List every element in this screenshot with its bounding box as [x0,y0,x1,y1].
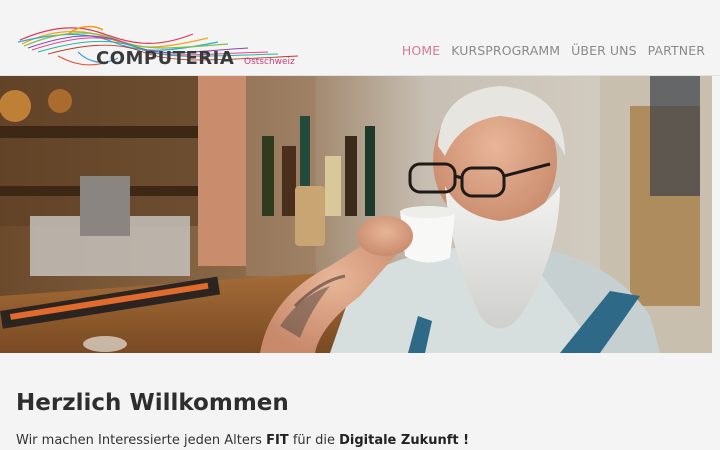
nav-item-home[interactable]: HOME [402,43,440,58]
main-navigation: HOME KURSPROGRAMM ÜBER UNS PARTNER [402,43,705,58]
site-header: COMPUTERIA Ostschweiz HOME KURSPROGRAMM … [0,0,720,76]
nav-item-ueber-uns[interactable]: ÜBER UNS [571,43,637,58]
logo-title: COMPUTERIA [96,48,235,69]
nav-item-kursprogramm[interactable]: KURSPROGRAMM [451,43,560,58]
logo-subtitle: Ostschweiz [244,57,295,67]
tagline-bold-zukunft: Digitale Zukunft ! [339,433,470,448]
hero-image [0,76,712,353]
tagline-bold-fit: FIT [266,433,289,448]
tagline-text-1: Wir machen Interessierte jeden Alters [16,433,267,448]
computeria-logo[interactable]: COMPUTERIA Ostschweiz [18,22,303,72]
welcome-heading: Herzlich Willkommen [16,390,289,417]
hero-photo-illustration [0,76,712,353]
tagline: Wir machen Interessierte jeden Alters FI… [16,433,469,448]
tagline-text-2: für die [288,433,340,448]
nav-item-partner[interactable]: PARTNER [648,43,705,58]
